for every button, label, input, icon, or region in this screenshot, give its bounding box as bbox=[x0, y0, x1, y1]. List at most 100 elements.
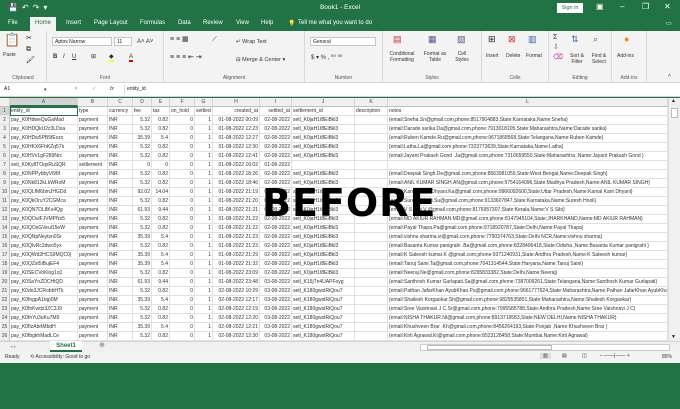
cell-J5[interactable]: setl_K0jaH1t8EiBkl3 bbox=[292, 143, 355, 152]
cell-G21[interactable]: 1 bbox=[195, 287, 213, 296]
cell-G2[interactable]: 1 bbox=[195, 116, 213, 125]
cell-F11[interactable]: 0 bbox=[170, 197, 195, 206]
cell-I7[interactable]: 01-08-2022 bbox=[260, 161, 292, 170]
cell-G17[interactable]: 1 bbox=[195, 251, 213, 260]
cell-K15[interactable] bbox=[355, 233, 388, 242]
row-number[interactable]: 1 bbox=[0, 107, 10, 116]
maximize-button[interactable]: ❐ bbox=[642, 2, 649, 11]
cell-D9[interactable]: 5.32 bbox=[133, 179, 152, 188]
cell-C4[interactable]: INR bbox=[108, 134, 133, 143]
cell-D15[interactable]: 35.39 bbox=[133, 233, 152, 242]
cell-D17[interactable]: 35.39 bbox=[133, 251, 152, 260]
row-number[interactable]: 3 bbox=[0, 125, 10, 134]
row-number[interactable]: 22 bbox=[0, 296, 10, 305]
cell-B6[interactable]: payment bbox=[78, 152, 108, 161]
cell-D8[interactable]: 5.32 bbox=[133, 170, 152, 179]
cell-F9[interactable]: 0 bbox=[170, 179, 195, 188]
cell-C2[interactable]: INR bbox=[108, 116, 133, 125]
cell-L22[interactable]: {email:Shailesh Korgaokar.Sh@gmail.com,p… bbox=[388, 296, 668, 305]
cell-B20[interactable]: payment bbox=[78, 278, 108, 287]
cell-H10[interactable]: 01-08-2022 21:19 bbox=[213, 188, 260, 197]
cell-C12[interactable]: INR bbox=[108, 206, 133, 215]
cell-I14[interactable]: 02-08-2022 bbox=[260, 224, 292, 233]
name-box-dropdown-icon[interactable]: ▾ bbox=[44, 87, 47, 93]
cell-G22[interactable]: 1 bbox=[195, 296, 213, 305]
cell-A20[interactable]: pay_K0SaYnZDCHtQD bbox=[10, 278, 78, 287]
cell-E22[interactable]: 5.4 bbox=[152, 296, 170, 305]
cell-B8[interactable]: payment bbox=[78, 170, 108, 179]
row-number[interactable]: 25 bbox=[0, 323, 10, 332]
cell-L15[interactable]: {email:vishnu sharma.vi@gmail.com,phone:… bbox=[388, 233, 668, 242]
cell-A19[interactable]: pay_K0SECVoKlog1q1 bbox=[10, 269, 78, 278]
cell-E26[interactable]: 0.82 bbox=[152, 332, 170, 341]
font-color-icon[interactable]: A bbox=[129, 54, 134, 62]
cell-K7[interactable] bbox=[355, 161, 388, 170]
cell-C19[interactable]: INR bbox=[108, 269, 133, 278]
cell-L1[interactable]: notes bbox=[388, 107, 668, 116]
cell-F19[interactable]: 0 bbox=[170, 269, 195, 278]
cell-L3[interactable]: {email:Darade sarika.Da@gmail.com,phone:… bbox=[388, 125, 668, 134]
cell-H18[interactable]: 01-08-2022 21:32 bbox=[213, 260, 260, 269]
align-top-icon[interactable]: ≡ ≡ ▦ bbox=[170, 36, 189, 43]
cell-H19[interactable]: 01-08-2022 23:09 bbox=[213, 269, 260, 278]
column-header-L[interactable]: L bbox=[388, 98, 668, 107]
cell-L26[interactable]: {email:Kirti Agrawal.Ki@gmail.com,phone:… bbox=[388, 332, 668, 341]
cell-A15[interactable]: pay_K0QNpNeytsn0Sr bbox=[10, 233, 78, 242]
ribbon-display-icon[interactable]: ▣ bbox=[596, 2, 604, 11]
align-left-icon[interactable]: ≡ ≡ ≡ ⇤ ⇥ bbox=[170, 54, 202, 61]
cell-C7[interactable]: INR bbox=[108, 161, 133, 170]
tab-home[interactable]: Home bbox=[30, 17, 57, 31]
paste-icon[interactable]: 📋 bbox=[4, 33, 20, 46]
cell-B12[interactable]: payment bbox=[78, 206, 108, 215]
cell-E5[interactable]: 0.82 bbox=[152, 143, 170, 152]
cell-A12[interactable]: pay_K0QN7DL8Kx4Qg bbox=[10, 206, 78, 215]
cell-E3[interactable]: 0.82 bbox=[152, 125, 170, 134]
cell-J18[interactable]: setl_K0jaH1t8EiBkl3 bbox=[292, 260, 355, 269]
cell-K3[interactable] bbox=[355, 125, 388, 134]
cell-K16[interactable] bbox=[355, 242, 388, 251]
cell-F5[interactable]: 0 bbox=[170, 143, 195, 152]
cell-H1[interactable]: created_at bbox=[213, 107, 260, 116]
cell-G10[interactable]: 1 bbox=[195, 188, 213, 197]
cell-H23[interactable]: 02-08-2022 12:19 bbox=[213, 305, 260, 314]
cell-I1[interactable]: settled_at bbox=[260, 107, 292, 116]
cell-K2[interactable] bbox=[355, 116, 388, 125]
cell-J16[interactable]: setl_K0jaH1t8EiBkl3 bbox=[292, 242, 355, 251]
clear-icon[interactable]: ⌫ bbox=[553, 54, 563, 61]
cell-L21[interactable]: {email:Pathan JafarKhan AyubKhan.Pa@gmai… bbox=[388, 287, 668, 296]
cell-A9[interactable]: pay_K0Nk812kLkWRoM bbox=[10, 179, 78, 188]
cell-H4[interactable]: 01-08-2022 12:27 bbox=[213, 134, 260, 143]
cell-I23[interactable]: 03-08-2022 bbox=[260, 305, 292, 314]
page-layout-view-icon[interactable]: ▤ bbox=[562, 353, 567, 359]
cell-I25[interactable]: 03-08-2022 bbox=[260, 323, 292, 332]
cell-B23[interactable]: payment bbox=[78, 305, 108, 314]
cell-J8[interactable]: setl_K0jaH1t8EiBkl3 bbox=[292, 170, 355, 179]
cell-B21[interactable]: payment bbox=[78, 287, 108, 296]
cell-D23[interactable]: 5.32 bbox=[133, 305, 152, 314]
cell-A23[interactable]: pay_K0fnKwdz3ZC3J9 bbox=[10, 305, 78, 314]
cell-L24[interactable]: {email:NISHA THAKUR.NI@gmail.com,phone:8… bbox=[388, 314, 668, 323]
cell-J26[interactable]: setl_K180gwstRiQou7 bbox=[292, 332, 355, 341]
cell-B3[interactable]: payment bbox=[78, 125, 108, 134]
cell-K5[interactable] bbox=[355, 143, 388, 152]
cell-A1[interactable]: entity_id bbox=[10, 107, 78, 116]
sort-filter-icon[interactable]: ⇅ bbox=[571, 34, 579, 44]
cell-D1[interactable]: fee bbox=[133, 107, 152, 116]
row-number[interactable]: 7 bbox=[0, 161, 10, 170]
cell-G25[interactable]: 1 bbox=[195, 323, 213, 332]
accessibility-status[interactable]: ⟲ Accessibility: Good to go bbox=[30, 354, 90, 360]
cell-A3[interactable]: pay_K0HDQkU2z3LDoa bbox=[10, 125, 78, 134]
cell-F24[interactable]: 0 bbox=[170, 314, 195, 323]
cell-D11[interactable]: 5.32 bbox=[133, 197, 152, 206]
row-number[interactable]: 10 bbox=[0, 188, 10, 197]
row-number[interactable]: 23 bbox=[0, 305, 10, 314]
tab-help[interactable]: Help bbox=[261, 20, 273, 26]
cell-G19[interactable]: 1 bbox=[195, 269, 213, 278]
cell-K19[interactable] bbox=[355, 269, 388, 278]
scroll-down-icon[interactable]: ▼ bbox=[671, 334, 676, 340]
wrap-text-button[interactable]: ↵ Wrap Text bbox=[236, 39, 267, 45]
cell-J2[interactable]: setl_K0jaH1t8EiBkl3 bbox=[292, 116, 355, 125]
cell-D14[interactable]: 5.32 bbox=[133, 224, 152, 233]
cell-D25[interactable]: 35.39 bbox=[133, 323, 152, 332]
cell-G26[interactable]: 1 bbox=[195, 332, 213, 341]
